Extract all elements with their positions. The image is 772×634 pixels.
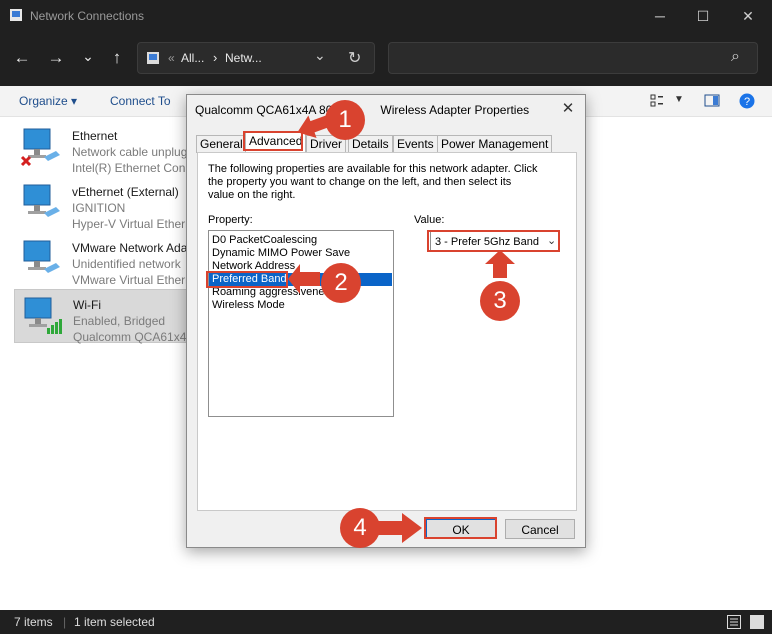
annotation-badge-3: 3 [480, 281, 520, 321]
annotation-badge-1: 1 [325, 100, 365, 140]
arrow-step2 [288, 264, 320, 294]
annotation-badge-4: 4 [340, 508, 380, 548]
annotation-arrows [288, 110, 515, 543]
arrow-step4 [376, 513, 422, 543]
annotation-badge-2: 2 [321, 263, 361, 303]
arrow-step3 [485, 250, 515, 278]
